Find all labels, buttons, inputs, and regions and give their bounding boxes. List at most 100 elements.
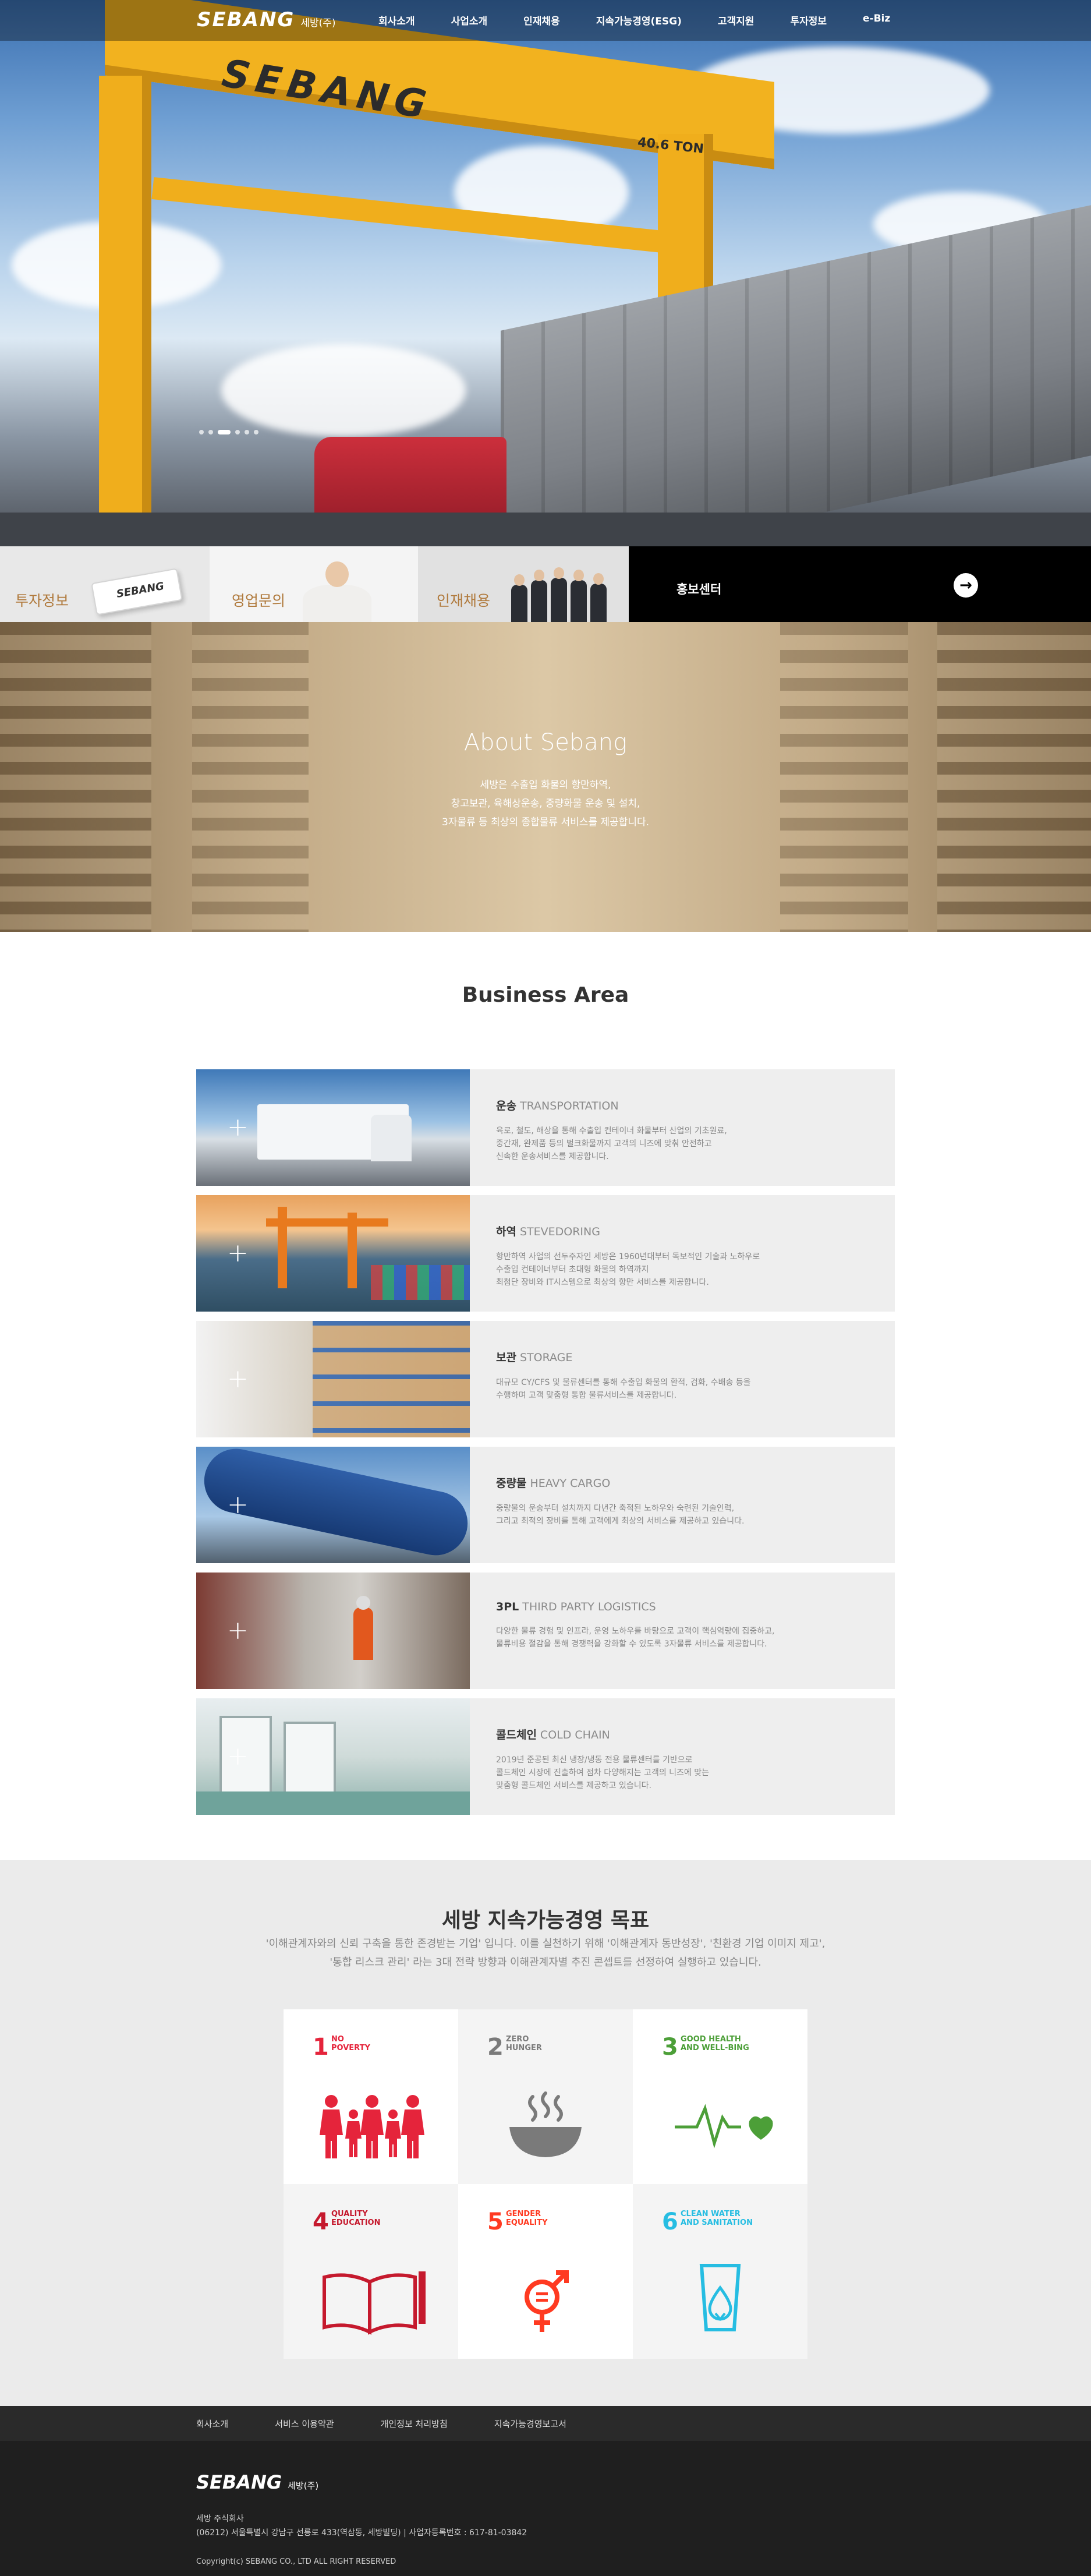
sdg-card-clean-water: 6 CLEAN WATER AND SANITATION (633, 2184, 807, 2359)
family-icon (320, 2095, 424, 2158)
hero-visual: SEBANG 40.6 TON SEBANG 세방(주) 회사소개 사업소개 인… (0, 0, 1091, 546)
freight-container-car (501, 205, 1091, 546)
slider-dot[interactable] (208, 430, 213, 434)
footer-links: 회사소개 서비스 이용약관 개인정보 처리방침 지속가능경영보고서 (0, 2406, 1091, 2441)
about-line: 3자물류 등 최상의 종합물류 서비스를 제공합니다. (441, 817, 650, 828)
business-heading: 하역 STEVEDORING (496, 1225, 600, 1238)
sdg-card-good-health: 3 GOOD HEALTH AND WELL-BING (633, 2009, 807, 2184)
business-list: + 운송 TRANSPORTATION 육로, 철도, 해상을 통해 수출입 컨테… (196, 1069, 895, 1824)
plus-icon[interactable]: + (227, 1744, 249, 1769)
business-heading: 보관 STORAGE (496, 1351, 573, 1364)
slider-dot[interactable] (245, 430, 249, 434)
quick-sales-label: 영업문의 (232, 592, 286, 609)
sdg-label: QUALITY EDUCATION (331, 2210, 381, 2227)
about-description: 세방은 수출입 화물의 항만하역, 창고보관, 육해상운송, 중량화물 운송 및… (0, 776, 1091, 832)
staff-group-image (551, 567, 567, 622)
plus-icon[interactable]: + (227, 1241, 249, 1266)
quick-recruit[interactable]: 인재채용 (418, 546, 629, 622)
footer-link-company[interactable]: 회사소개 (196, 2418, 228, 2430)
business-item-storage[interactable]: + 보관 STORAGE 대규모 CY/CFS 및 물류센터를 통해 수출입 화물… (196, 1321, 895, 1437)
business-description: 대규모 CY/CFS 및 물류센터를 통해 수출입 화물의 환적, 검화, 수배… (496, 1378, 751, 1400)
quick-recruit-label: 인재채용 (437, 592, 491, 609)
plus-icon[interactable]: + (227, 1366, 249, 1392)
menu-business[interactable]: 사업소개 (451, 13, 488, 27)
quick-pr-label: 홍보센터 (676, 582, 722, 596)
business-item-3pl[interactable]: + 3PL THIRD PARTY LOGISTICS 다양한 물류 경험 및 인… (196, 1573, 895, 1689)
footer-link-privacy[interactable]: 개인정보 처리방침 (381, 2418, 448, 2430)
site-logo[interactable]: SEBANG 세방(주) (197, 8, 336, 31)
company-info: 세방 주식회사 (06212) 서울특별시 강남구 선릉로 433(역삼동, 세… (196, 2512, 527, 2540)
menu-esg[interactable]: 지속가능경영(ESG) (596, 13, 682, 27)
slider-dot[interactable] (235, 430, 240, 434)
call-center-agent-image (303, 561, 371, 622)
quick-sales[interactable]: 영업문의 (210, 546, 418, 622)
about-section: About Sebang 세방은 수출입 화물의 항만하역, 창고보관, 육해상… (0, 622, 1091, 932)
footer-logo-subtitle: 세방(주) (288, 2480, 319, 2491)
menu-ebiz[interactable]: e-Biz (863, 13, 890, 27)
slider-dot-active[interactable] (218, 430, 231, 434)
about-title: About Sebang (463, 729, 628, 756)
port-crane-image: + (196, 1195, 470, 1312)
business-description: 항만하역 사업의 선두주자인 세방은 1960년대부터 독보적인 기술과 노하우… (496, 1252, 760, 1287)
staff-group-image (571, 570, 587, 622)
plus-icon[interactable]: + (227, 1492, 249, 1518)
staff-group-image (511, 574, 527, 622)
menu-recruit[interactable]: 인재채용 (523, 13, 560, 27)
business-item-cold-chain[interactable]: + 콜드체인 COLD CHAIN 2019년 준공된 최신 냉장/냉동 전용 물… (196, 1698, 895, 1815)
sdg-card-no-poverty: 1 NO POVERTY (284, 2009, 458, 2184)
top-navigation: SEBANG 세방(주) 회사소개 사업소개 인재채용 지속가능경영(ESG) … (0, 0, 1091, 41)
truck-image: + (196, 1069, 470, 1186)
esg-section: 세방 지속가능경영 목표 '이해관계자와의 신뢰 구축을 통한 존경받는 기업'… (0, 1860, 1091, 2406)
copyright: Copyright(c) SEBANG CO., LTD ALL RIGHT R… (196, 2557, 396, 2566)
business-card-image: SEBANG (91, 568, 183, 616)
rail-ground (0, 513, 1091, 546)
main-menu: 회사소개 사업소개 인재채용 지속가능경영(ESG) 고객지원 투자정보 e-B… (378, 13, 926, 27)
sdg-number: 4 (313, 2208, 329, 2235)
sdg-label: GOOD HEALTH AND WELL-BING (681, 2035, 749, 2052)
sdg-number: 3 (662, 2034, 678, 2061)
about-line: 창고보관, 육해상운송, 중량화물 운송 및 설치, (451, 798, 640, 810)
logistics-worker-image: + (196, 1573, 470, 1689)
staff-group-image (590, 573, 607, 622)
heavy-cargo-image: + (196, 1443, 474, 1563)
business-item-heavy-cargo[interactable]: + 중량물 HEAVY CARGO 중량물의 운송부터 설치까지 다년간 축적된 … (196, 1443, 895, 1563)
slider-dot[interactable] (199, 430, 204, 434)
slider-dot[interactable] (254, 430, 258, 434)
business-item-transportation[interactable]: + 운송 TRANSPORTATION 육로, 철도, 해상을 통해 수출입 컨테… (196, 1069, 895, 1186)
business-heading: 중량물 HEAVY CARGO (496, 1477, 611, 1490)
business-area-section: Business Area + 운송 TRANSPORTATION 육로, 철도,… (0, 932, 1091, 1860)
footer-link-terms[interactable]: 서비스 이용약관 (275, 2418, 334, 2430)
plus-icon[interactable]: + (227, 1618, 249, 1644)
sdg-number: 5 (487, 2208, 504, 2235)
business-item-stevedoring[interactable]: + 하역 STEVEDORING 항만하역 사업의 선두주자인 세방은 1960년… (196, 1195, 895, 1312)
sdg-card-zero-hunger: 2 ZERO HUNGER (458, 2009, 633, 2184)
about-line: 세방은 수출입 화물의 항만하역, (480, 779, 611, 791)
sdg-number: 1 (313, 2034, 329, 2061)
arrow-right-icon[interactable]: → (954, 573, 978, 598)
footer-logo-wordmark: SEBANG (196, 2471, 282, 2493)
quick-pr-center[interactable]: 홍보센터 → (629, 546, 1091, 622)
quick-ir-label: 투자정보 (15, 592, 69, 609)
business-heading: 콜드체인 COLD CHAIN (496, 1729, 610, 1741)
slider-pagination (199, 430, 258, 434)
gantry-crane-leg (99, 76, 151, 518)
company-name: 세방 주식회사 (196, 2514, 244, 2524)
sdg-label: NO POVERTY (331, 2035, 370, 2052)
staff-group-image (531, 570, 547, 622)
sdg-label: ZERO HUNGER (506, 2035, 542, 2052)
book-icon (323, 2271, 426, 2335)
business-area-title: Business Area (462, 983, 629, 1007)
business-description: 다양한 물류 경험 및 인프라, 운영 노하우를 바탕으로 고객이 핵심역량에 … (496, 1627, 775, 1649)
business-heading: 3PL THIRD PARTY LOGISTICS (496, 1600, 656, 1613)
business-description: 육로, 철도, 해상을 통해 수출입 컨테이너 화물부터 산업의 기초원료, 중… (496, 1126, 727, 1161)
plus-icon[interactable]: + (227, 1115, 249, 1140)
footer-logo: SEBANG 세방(주) (196, 2471, 318, 2493)
menu-company[interactable]: 회사소개 (378, 13, 415, 27)
sdg-card-gender-equality: 5 GENDER EQUALITY (458, 2184, 633, 2359)
menu-ir[interactable]: 투자정보 (790, 13, 827, 27)
menu-support[interactable]: 고객지원 (718, 13, 755, 27)
heartbeat-icon (675, 2104, 773, 2149)
quick-ir[interactable]: 투자정보 SEBANG (0, 546, 210, 622)
footer-link-esg-report[interactable]: 지속가능경영보고서 (494, 2418, 566, 2430)
business-description: 2019년 준공된 최신 냉장/냉동 전용 물류센터를 기반으로 콜드체인 시장… (496, 1755, 710, 1790)
